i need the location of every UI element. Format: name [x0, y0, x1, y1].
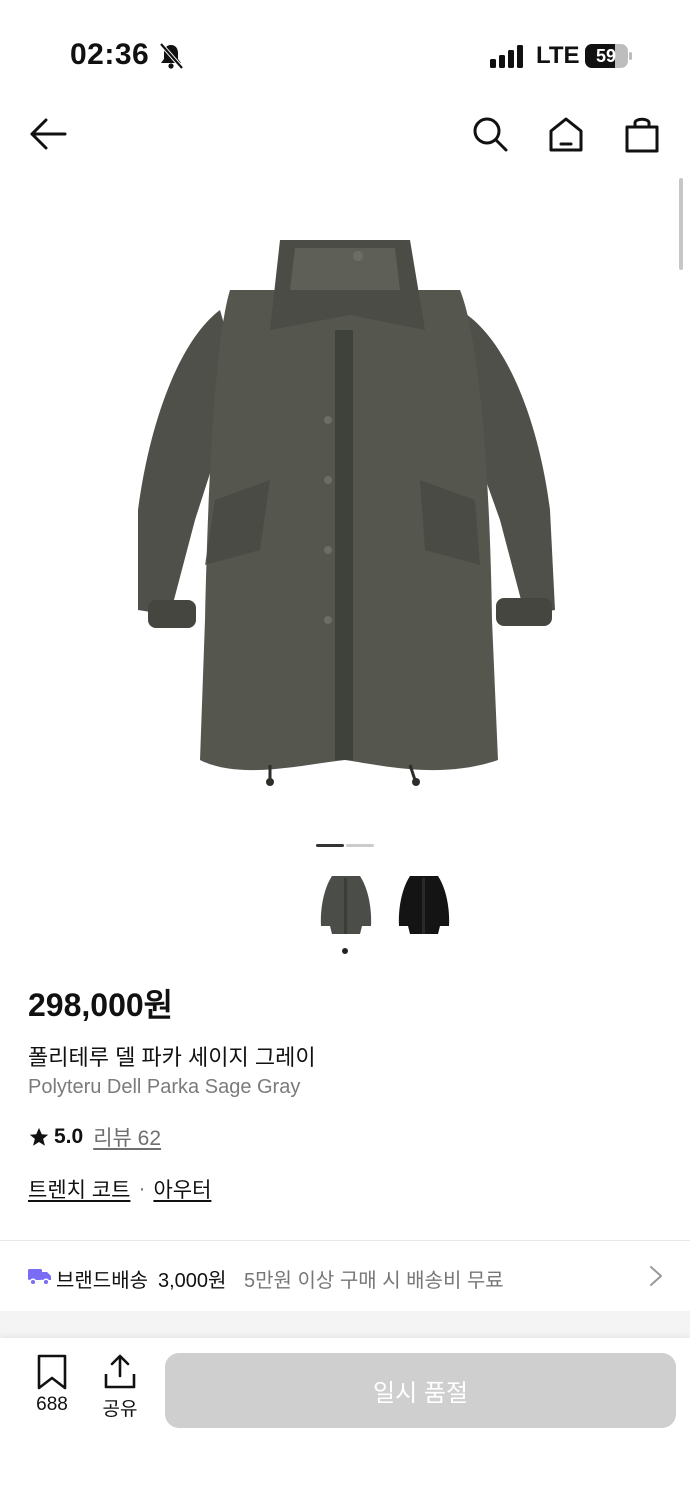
thumbnail-black[interactable] — [394, 868, 454, 940]
bell-muted-icon — [159, 42, 184, 70]
selected-thumbnail-dot — [342, 948, 348, 954]
status-time: 02:36 — [70, 38, 150, 71]
star-icon — [29, 1127, 49, 1146]
chevron-right-icon — [650, 1266, 662, 1286]
category-link-trench-coat[interactable]: 트렌치 코트 — [28, 1174, 130, 1204]
product-name-english: Polyteru Dell Parka Sage Gray — [28, 1076, 301, 1098]
carousel-indicator-inactive — [346, 844, 374, 847]
share-button[interactable]: 공유 — [94, 1354, 146, 1422]
bookmark-icon — [37, 1354, 67, 1390]
category-separator: · — [138, 1177, 146, 1200]
category-breadcrumb: 트렌치 코트 · 아우터 — [28, 1174, 211, 1204]
shopping-bag-icon — [625, 117, 659, 153]
back-button[interactable] — [24, 110, 72, 158]
shipping-info-row[interactable]: 브랜드배송 3,000원 5만원 이상 구매 시 배송비 무료 — [0, 1241, 690, 1311]
thumbnail-sage-gray[interactable] — [316, 868, 376, 940]
bookmark-button[interactable]: 688 — [22, 1354, 82, 1422]
cart-button[interactable] — [618, 110, 666, 158]
shipping-free-condition: 5만원 이상 구매 시 배송비 무료 — [244, 1270, 504, 1292]
review-link[interactable]: 리뷰 62 — [93, 1122, 161, 1152]
network-type: LTE — [536, 42, 580, 69]
bookmark-count: 688 — [36, 1394, 68, 1415]
cellular-signal-icon — [490, 45, 523, 68]
product-image[interactable] — [120, 220, 570, 800]
home-button[interactable] — [542, 110, 590, 158]
product-price: 298,000원 — [28, 987, 174, 1023]
home-icon — [549, 117, 583, 152]
share-label: 공유 — [102, 1399, 138, 1420]
battery-level: 59 — [595, 46, 617, 66]
share-icon — [104, 1354, 136, 1389]
search-icon — [473, 117, 508, 152]
shipping-fee: 3,000원 — [158, 1270, 227, 1292]
arrow-left-icon — [30, 118, 67, 150]
carousel-indicator — [316, 844, 376, 848]
product-name-korean: 폴리테루 델 파카 세이지 그레이 — [28, 1045, 316, 1070]
bottom-action-bar: 688 공유 일시 품절 — [0, 1338, 690, 1500]
search-button[interactable] — [466, 110, 514, 158]
truck-icon — [28, 1269, 51, 1286]
category-link-outer[interactable]: 아우터 — [153, 1174, 211, 1204]
carousel-indicator-active — [316, 844, 344, 847]
section-separator — [0, 1311, 690, 1341]
rating-value: 5.0 — [54, 1125, 84, 1148]
shipping-label: 브랜드배송 — [56, 1270, 148, 1292]
temporarily-sold-out-button[interactable]: 일시 품절 — [165, 1353, 676, 1428]
rating-row: 5.0 리뷰 62 — [28, 1122, 161, 1152]
scrollbar[interactable] — [679, 178, 683, 270]
